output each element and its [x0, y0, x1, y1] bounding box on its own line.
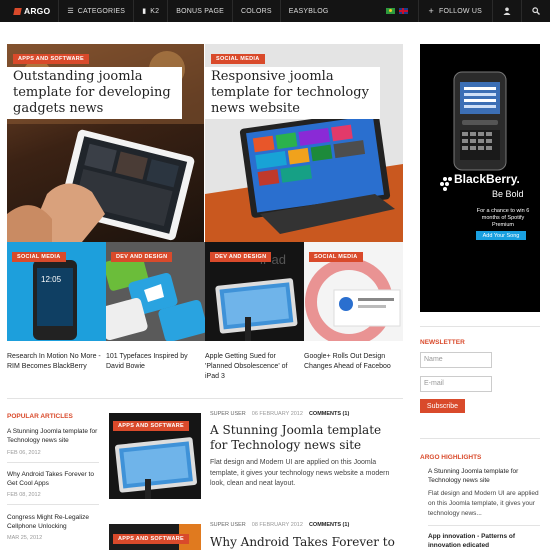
svg-text:12:05: 12:05	[41, 275, 62, 284]
blackberry-ad-banner[interactable]: BlackBerry. Be Bold For a chance to win …	[420, 44, 540, 312]
hero-2-title[interactable]: Responsive joomla template for technolog…	[205, 67, 380, 119]
article-1-comments[interactable]: COMMENTS (1)	[309, 411, 349, 417]
hero-article-1[interactable]: APPS AND SOFTWARE Outstanding joomla tem…	[7, 44, 204, 242]
article-1-title[interactable]: A Stunning Joomla template for Technolog…	[210, 423, 400, 453]
highlight-item-1-text: Flat design and Modern UI are applied on…	[428, 490, 539, 517]
tile-1-caption[interactable]: Research In Motion No More - RIM Becomes…	[7, 352, 106, 372]
logo-text: ARGO	[24, 6, 51, 16]
user-icon	[503, 7, 511, 15]
blackberry-logo-icon	[440, 177, 452, 191]
tile-1-category-tag[interactable]: SOCIAL MEDIA	[12, 252, 66, 262]
site-logo[interactable]: ARGO	[0, 0, 58, 22]
divider	[7, 462, 99, 463]
top-navigation-bar: ARGO ☰ CATEGORIES ▮ K2 BONUS PAGE COLORS E…	[0, 0, 550, 22]
ad-promo: For a chance to win 6 months of Spotify …	[476, 208, 530, 228]
tile-4-caption[interactable]: Google+ Rolls Out Design Changes Ahead o…	[304, 352, 402, 372]
divider	[420, 438, 540, 439]
article-2-author[interactable]: SUPER USER	[210, 522, 246, 528]
popular-articles-heading: POPULAR ARTICLES	[7, 413, 73, 420]
highlight-item-2-title[interactable]: App innovation - Patterns of innovation …	[428, 532, 540, 550]
article-2-comments[interactable]: COMMENTS (1)	[309, 522, 349, 528]
tile-article-1[interactable]: 12:05 SOCIAL MEDIA	[7, 242, 106, 341]
tile-article-4[interactable]: SOCIAL MEDIA	[304, 242, 403, 341]
content-divider	[7, 398, 403, 399]
highlight-item-1-title[interactable]: A Stunning Joomla template for Technolog…	[428, 467, 540, 485]
article-2-meta: SUPER USER 08 FEBRUARY 2012 COMMENTS (1)	[210, 522, 349, 528]
nav-right-group: + FOLLOW US	[384, 0, 550, 22]
popular-item-3[interactable]: Congress Might Re-Legalize Cellphone Unl…	[7, 513, 99, 531]
tile-article-3[interactable]: iPad DEV AND DESIGN	[205, 242, 304, 341]
nav-label: K2	[150, 7, 160, 15]
subscribe-button[interactable]: Subscribe	[420, 399, 465, 413]
tile-3-caption[interactable]: Apple Getting Sued for 'Planned Obsolesc…	[205, 352, 297, 382]
popular-item-1[interactable]: A Stunning Joomla template for Technolog…	[7, 427, 99, 445]
ad-brand: BlackBerry.	[454, 172, 520, 186]
article-1-author[interactable]: SUPER USER	[210, 411, 246, 417]
hero-1-title[interactable]: Outstanding joomla template for developi…	[7, 67, 182, 119]
hero-2-category-tag[interactable]: SOCIAL MEDIA	[211, 54, 265, 64]
ad-cta-button[interactable]: Add Your Song	[476, 231, 526, 240]
article-1-thumbnail[interactable]: APPS AND SOFTWARE	[109, 413, 201, 499]
search-icon	[532, 7, 540, 15]
plus-icon: +	[428, 6, 434, 16]
uk-flag-icon[interactable]	[398, 8, 408, 14]
article-2-title[interactable]: Why Android Takes Forever to	[210, 535, 400, 550]
hero-article-2[interactable]: SOCIAL MEDIA Responsive joomla template …	[205, 44, 403, 242]
article-1-excerpt: Flat design and Modern UI are applied on…	[210, 459, 390, 487]
divider	[420, 326, 540, 327]
article-2-thumbnail[interactable]: APPS AND SOFTWARE	[109, 524, 201, 550]
popular-item-3-date: MAR 25, 2012	[7, 535, 43, 541]
nav-item-categories[interactable]: ☰ CATEGORIES	[58, 0, 133, 22]
tile-article-2[interactable]: DEV AND DESIGN	[106, 242, 205, 341]
tile-4-category-tag[interactable]: SOCIAL MEDIA	[309, 252, 363, 262]
follow-us-button[interactable]: + FOLLOW US	[417, 0, 493, 22]
article-2-date: 08 FEBRUARY 2012	[251, 522, 303, 528]
nav-label: COLORS	[241, 7, 272, 15]
article-1-date: 06 FEBRUARY 2012	[251, 411, 303, 417]
logo-mark-icon	[13, 7, 22, 15]
newsletter-email-input[interactable]: E-mail	[420, 376, 492, 392]
follow-label: FOLLOW US	[438, 7, 482, 15]
tile-2-category-tag[interactable]: DEV AND DESIGN	[111, 252, 173, 262]
article-1-category-tag[interactable]: APPS AND SOFTWARE	[113, 421, 190, 431]
bookmark-icon: ▮	[142, 8, 147, 15]
list-icon: ☰	[67, 8, 74, 15]
divider	[7, 504, 99, 505]
article-2-category-tag[interactable]: APPS AND SOFTWARE	[113, 534, 190, 544]
popular-item-1-date: FEB 06, 2012	[7, 450, 41, 456]
highlights-heading: ARGO HIGHLIGHTS	[420, 454, 482, 461]
user-button[interactable]	[492, 0, 521, 22]
tile-2-caption[interactable]: 101 Typefaces Inspired by David Bowie	[106, 352, 198, 372]
popular-item-2[interactable]: Why Android Takes Forever to Get Cool Ap…	[7, 470, 99, 488]
ad-slogan: Be Bold	[492, 189, 524, 199]
nav-label: CATEGORIES	[77, 7, 126, 15]
tile-3-category-tag[interactable]: DEV AND DESIGN	[210, 252, 272, 262]
brazil-flag-icon[interactable]	[385, 8, 395, 14]
nav-item-colors[interactable]: COLORS	[232, 0, 280, 22]
search-button[interactable]	[521, 0, 550, 22]
nav-item-bonus-page[interactable]: BONUS PAGE	[167, 0, 232, 22]
nav-item-easyblog[interactable]: EASYBLOG	[279, 0, 337, 22]
nav-item-k2[interactable]: ▮ K2	[133, 0, 167, 22]
divider	[428, 525, 540, 526]
popular-item-2-date: FEB 08, 2012	[7, 492, 41, 498]
nav-label: EASYBLOG	[288, 7, 329, 15]
newsletter-name-input[interactable]: Name	[420, 352, 492, 368]
nav-label: BONUS PAGE	[176, 7, 224, 15]
hero-1-category-tag[interactable]: APPS AND SOFTWARE	[13, 54, 90, 64]
article-1-meta: SUPER USER 06 FEBRUARY 2012 COMMENTS (1)	[210, 411, 349, 417]
newsletter-heading: NEWSLETTER	[420, 339, 465, 346]
